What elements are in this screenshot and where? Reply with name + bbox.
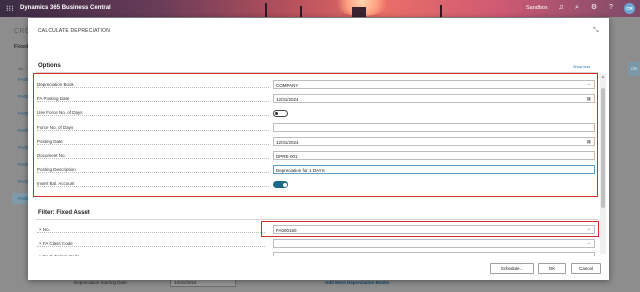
use-force-no-of-days-toggle[interactable] (273, 110, 288, 117)
search-icon[interactable]: ⌕ (573, 4, 581, 12)
scroll-up-icon[interactable]: ▲ (600, 74, 606, 80)
list-item[interactable]: FA00 (18, 111, 29, 116)
dotted-leader (37, 158, 269, 159)
dotted-leader (37, 130, 269, 131)
dotted-leader (37, 144, 269, 145)
collapse-icon[interactable]: ⤡ (593, 27, 601, 35)
environment-label: Sandbox (526, 5, 548, 11)
chevron-down-icon[interactable]: ⌄ (587, 81, 591, 87)
depreciation-book-value: COMPANY (276, 82, 299, 88)
avatar[interactable]: CR (624, 3, 635, 14)
list-item[interactable]: FA00 (18, 94, 29, 99)
section-divider (36, 219, 598, 220)
no-filter-value: FA000160 (276, 227, 297, 233)
fa-posting-date-value: 12/31/2024 (276, 96, 299, 102)
dotted-leader (37, 101, 269, 102)
list-item[interactable]: FA00 (18, 196, 29, 201)
dotted-leader (37, 87, 269, 88)
document-no-field[interactable]: DPRE-001 (273, 151, 595, 160)
list-item[interactable]: FA00 (18, 77, 29, 82)
schedule-button[interactable]: Schedule... (490, 263, 534, 274)
dotted-leader (37, 232, 265, 233)
add-more-depreciation-books-link[interactable]: Add More Depreciation Books (325, 280, 389, 285)
bell-icon[interactable]: ♫ (557, 4, 565, 12)
depreciation-starting-date-label: Depreciation Starting Date (74, 280, 127, 285)
dotted-leader (37, 186, 269, 187)
dotted-leader (37, 115, 269, 116)
calendar-icon[interactable]: ▦ (587, 96, 591, 102)
list-item[interactable]: FA00 (18, 162, 29, 167)
options-section-title: Options (38, 63, 61, 69)
calendar-icon[interactable]: ▦ (587, 139, 591, 145)
palm-tree-decoration (265, 3, 267, 17)
show-less-link[interactable]: Show less (573, 65, 590, 69)
scrollbar[interactable]: ▲ (600, 74, 606, 254)
fa-class-code-filter-field[interactable]: ⌄ (273, 239, 595, 248)
ok-button[interactable]: OK (538, 263, 566, 274)
lifeguard-tower-decoration (352, 7, 366, 17)
dialog-footer: Schedule... OK Cancel (28, 256, 609, 280)
chevron-down-icon[interactable]: ⌄ (587, 240, 591, 246)
cancel-button[interactable]: Cancel (571, 263, 601, 274)
app-launcher-icon[interactable]: ⁝⁝⁝ (6, 4, 15, 13)
no-filter-field[interactable]: FA000160 ⌄ (273, 225, 595, 234)
posting-date-value: 12/31/2024 (276, 139, 299, 145)
options-highlight-box (33, 73, 598, 197)
list-item[interactable]: FA00 (18, 179, 29, 184)
top-bar: ⁝⁝⁝ Dynamics 365 Business Central Sandbo… (0, 0, 640, 17)
filter-section-title: Filter: Fixed Asset (38, 210, 90, 216)
app-title: Dynamics 365 Business Central (20, 5, 111, 11)
list-item[interactable]: FA00 (18, 145, 29, 150)
column-header: No. ↑ (18, 66, 28, 71)
help-icon[interactable]: ? (607, 4, 615, 12)
dotted-leader (37, 172, 269, 173)
fa-posting-date-field[interactable]: 12/31/2024 ▦ (273, 94, 595, 103)
dialog-title: CALCULATE DEPRECIATION (38, 28, 111, 34)
palm-tree-decoration (300, 6, 302, 17)
scroll-thumb[interactable] (601, 88, 605, 208)
gear-icon[interactable]: ⚙ (590, 4, 598, 12)
palm-tree-decoration (440, 5, 442, 17)
user-chip: CR (628, 62, 640, 76)
depreciation-book-select[interactable]: COMPANY ⌄ (273, 80, 595, 89)
force-no-of-days-field[interactable] (273, 123, 595, 132)
posting-date-field[interactable]: 12/31/2024 ▦ (273, 137, 595, 146)
chevron-down-icon[interactable]: ⌄ (587, 226, 591, 232)
insert-bal-account-toggle[interactable] (273, 181, 288, 188)
calculate-depreciation-dialog: CALCULATE DEPRECIATION ⤡ Options Show le… (28, 18, 609, 280)
posting-description-field[interactable]: Depreciation for 1 DAYS (273, 165, 595, 174)
list-item[interactable]: FA00 (18, 128, 29, 133)
dotted-leader (37, 246, 265, 247)
